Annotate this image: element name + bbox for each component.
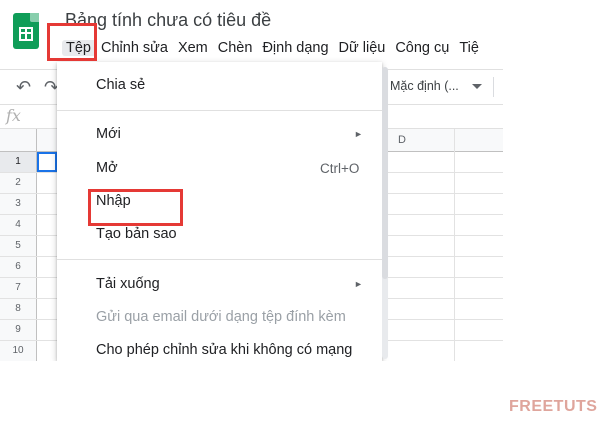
menu-item-email-attachment: Gửi qua email dưới dạng tệp đính kèm xyxy=(57,303,382,333)
menu-scrollbar[interactable] xyxy=(382,67,388,359)
menu-separator xyxy=(57,259,382,260)
menu-view[interactable]: Xem xyxy=(174,40,214,56)
menubar: Tệp Chỉnh sửa Xem Chèn Định dạng Dữ liệu… xyxy=(62,38,485,58)
select-all-corner[interactable] xyxy=(0,129,37,151)
menu-item-label: Gửi qua email dưới dạng tệp đính kèm xyxy=(96,309,346,325)
menu-insert[interactable]: Chèn xyxy=(214,40,259,56)
watermark-logo: FREETUTS xyxy=(509,398,598,415)
menu-item-label: Mới xyxy=(96,126,121,142)
menu-item-label: Chia sẻ xyxy=(96,77,146,93)
menu-edit[interactable]: Chỉnh sửa xyxy=(97,40,174,56)
submenu-arrow-icon: ► xyxy=(354,279,363,289)
highlight-box-file-menu xyxy=(47,23,97,61)
submenu-arrow-icon: ► xyxy=(354,129,363,139)
menu-item-label: Cho phép chỉnh sửa khi không có mạng xyxy=(96,342,353,358)
row-header[interactable]: 9 xyxy=(0,320,37,340)
undo-icon[interactable]: ↶ xyxy=(16,77,31,98)
menu-item-new[interactable]: Mới ► xyxy=(57,120,382,150)
row-header[interactable]: 1 xyxy=(0,152,37,172)
menu-separator xyxy=(57,110,382,111)
menu-tools[interactable]: Công cụ xyxy=(391,40,455,56)
menu-item-label: Tải xuống xyxy=(96,276,160,292)
menu-item-open[interactable]: Mở Ctrl+O xyxy=(57,154,382,184)
row-header[interactable]: 10 xyxy=(0,341,37,361)
menu-item-download[interactable]: Tải xuống ► xyxy=(57,270,382,300)
menu-extensions[interactable]: Tiệ xyxy=(455,40,485,56)
row-header[interactable]: 5 xyxy=(0,236,37,256)
shortcut-label: Ctrl+O xyxy=(320,161,360,176)
scrollbar-thumb[interactable] xyxy=(382,67,388,279)
font-dropdown-caret-icon[interactable] xyxy=(472,84,482,89)
row-header[interactable]: 4 xyxy=(0,215,37,235)
row-header[interactable]: 6 xyxy=(0,257,37,277)
column-header-d[interactable]: D xyxy=(398,134,406,146)
menu-item-label: Tạo bản sao xyxy=(96,226,177,242)
font-select[interactable]: Mặc định (... xyxy=(390,79,459,93)
row-header[interactable]: 3 xyxy=(0,194,37,214)
fx-icon: fx xyxy=(6,106,21,125)
selected-cell-a1[interactable] xyxy=(37,152,57,172)
menu-item-offline[interactable]: Cho phép chỉnh sửa khi không có mạng xyxy=(57,336,382,361)
menu-data[interactable]: Dữ liệu xyxy=(335,40,392,56)
row-header[interactable]: 2 xyxy=(0,173,37,193)
sheets-logo-icon[interactable] xyxy=(13,13,39,49)
row-header[interactable]: 8 xyxy=(0,299,37,319)
row-header[interactable]: 7 xyxy=(0,278,37,298)
menu-item-label: Mở xyxy=(96,160,118,176)
toolbar-divider xyxy=(493,77,494,97)
highlight-box-import xyxy=(88,189,183,226)
menu-item-share[interactable]: Chia sẻ xyxy=(57,71,382,101)
menu-format[interactable]: Định dạng xyxy=(258,40,334,56)
